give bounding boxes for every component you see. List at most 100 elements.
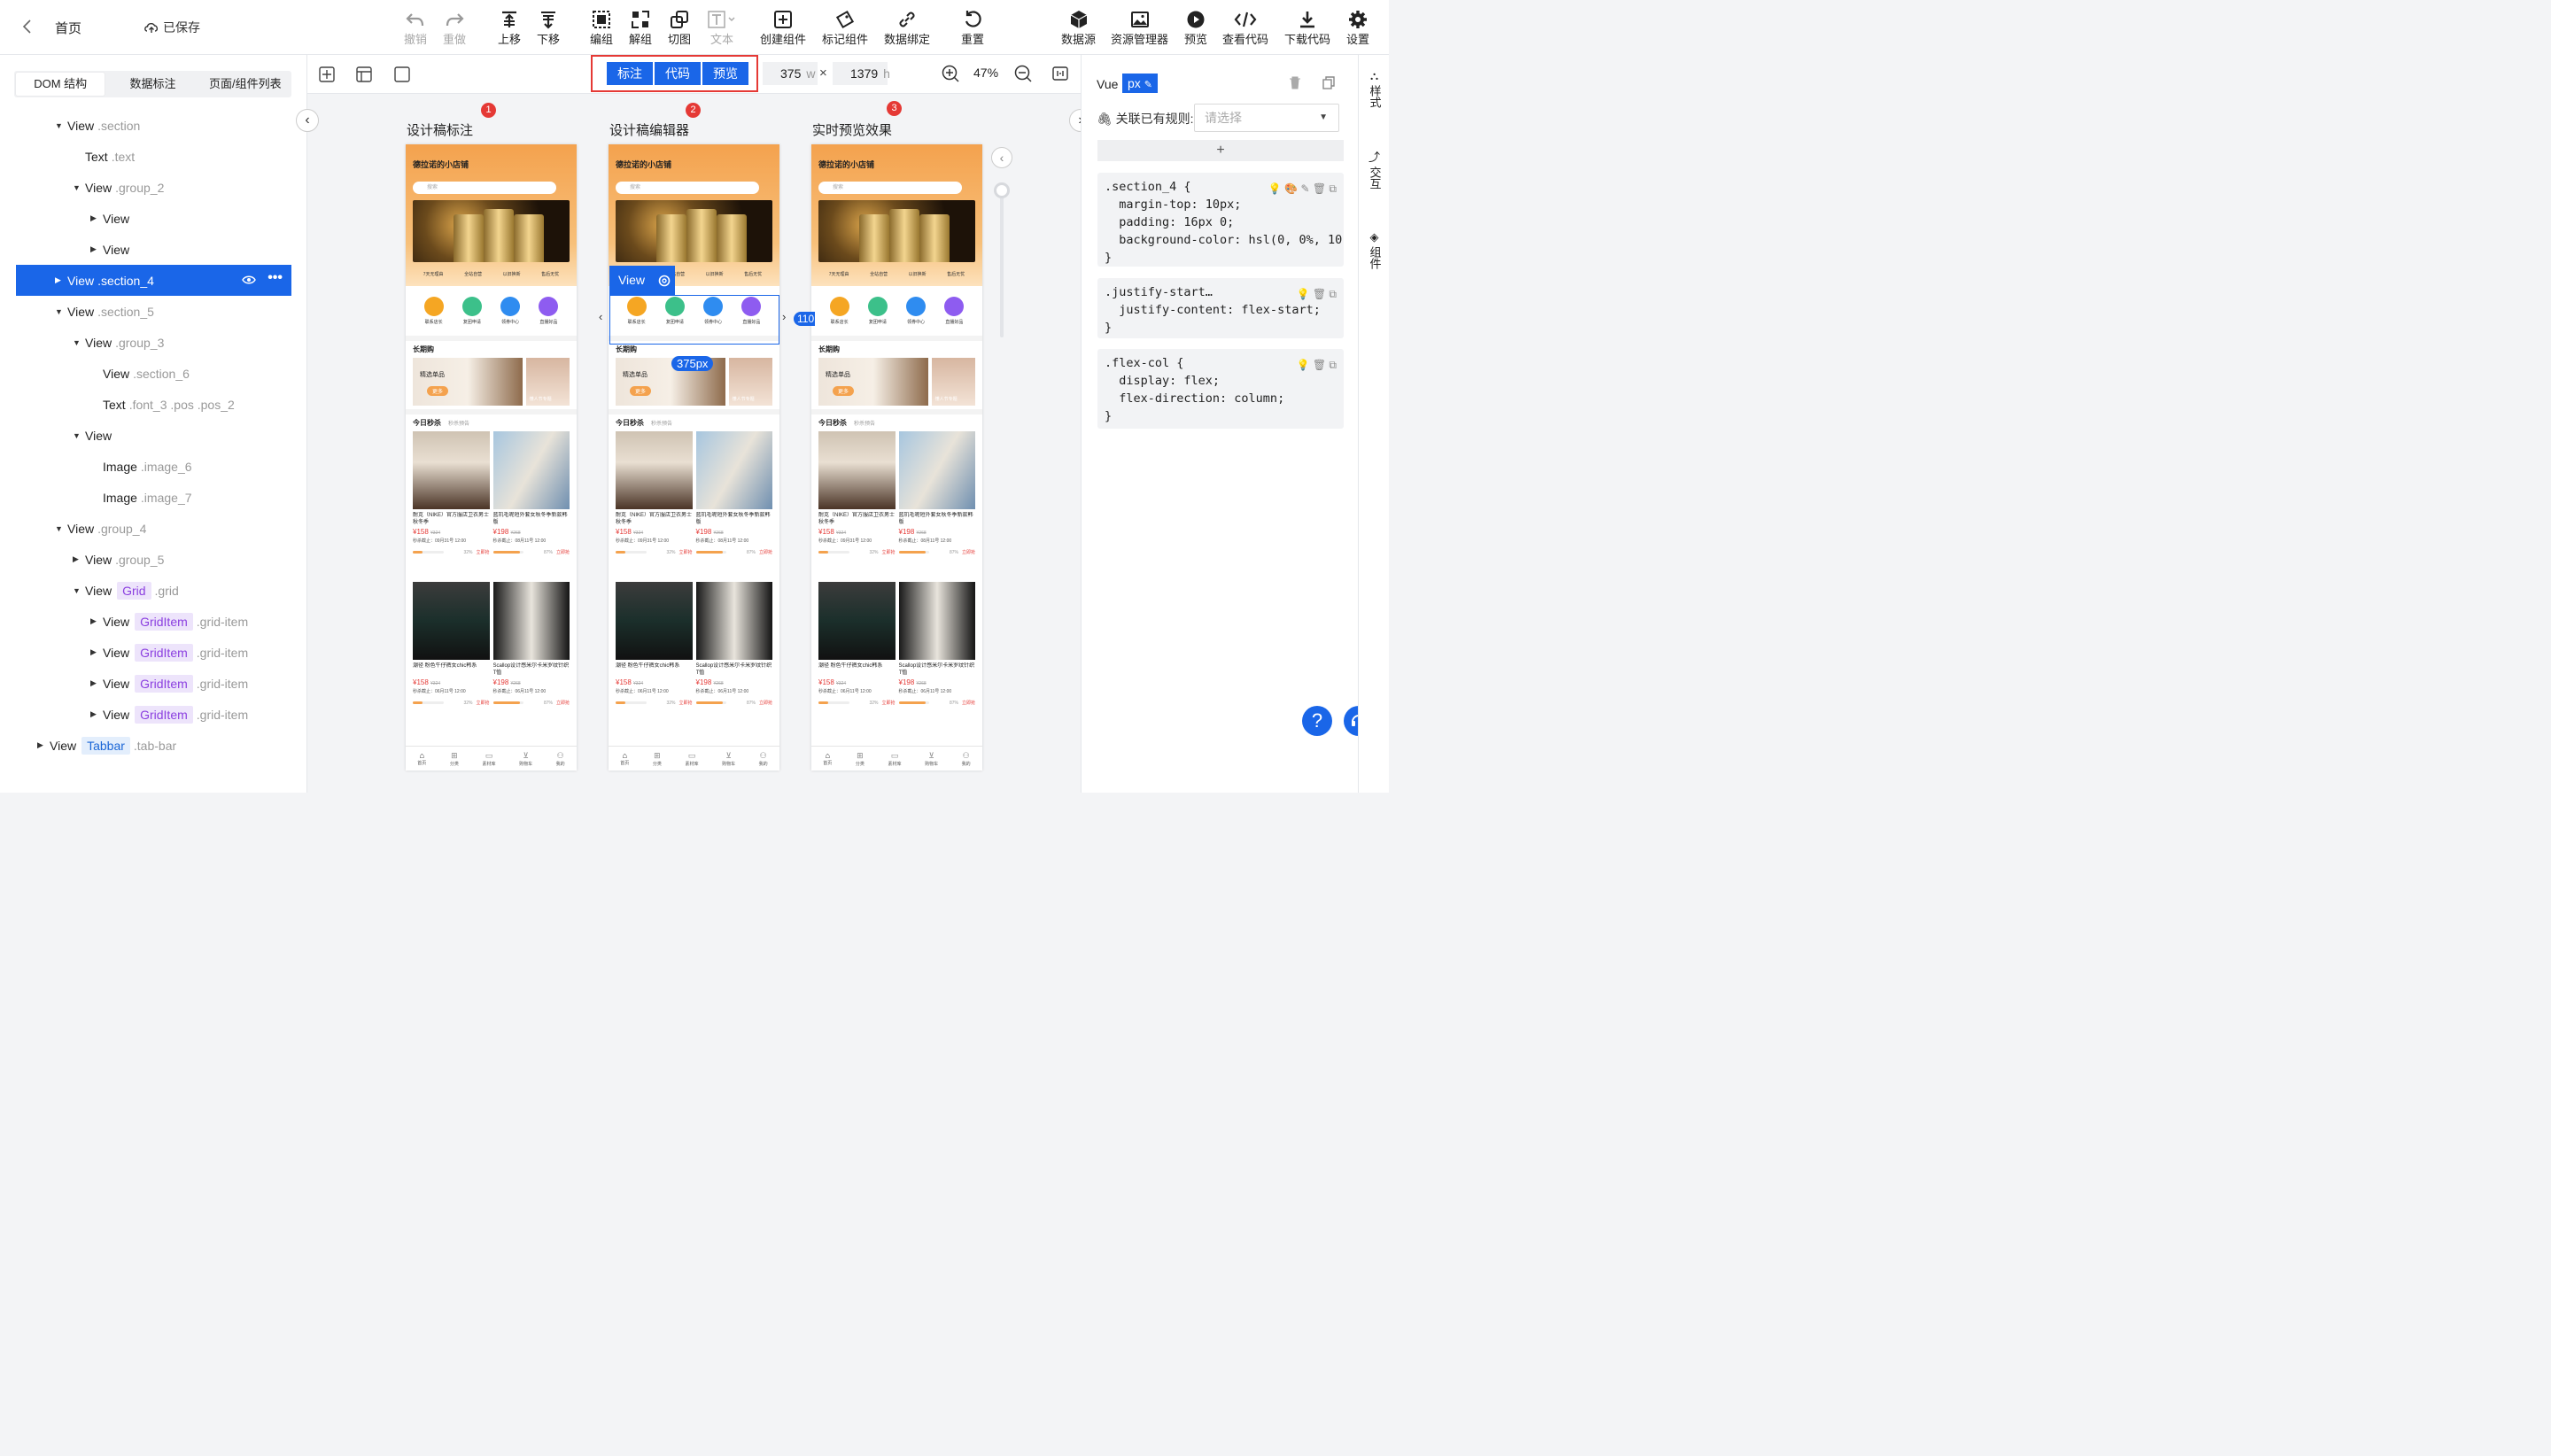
phone-tab[interactable]: ⚇ 我的 [556,751,565,767]
caret-right-icon[interactable]: ▶ [90,213,103,223]
settings-button[interactable]: 设置 [1346,9,1369,47]
phone-tab[interactable]: ▭ 素材库 [685,751,698,767]
tree-node[interactable]: ▶ View Tabbar .tab-bar [16,730,291,761]
caret-down-icon[interactable]: ▼ [73,431,85,440]
css-rule-section-4[interactable]: .section_4 { margin-top: 10px; padding: … [1097,173,1344,267]
more-button[interactable]: 更多 [427,386,449,396]
shortcut-item[interactable]: 复团申请 [867,297,888,325]
product-card[interactable]: Scallop设计感米尔卡米罗纹针织T恤 ¥198 ¥268 秒杀截止：06月11号… [492,582,570,729]
caret-down-icon[interactable]: ▼ [73,338,85,347]
slider-collapse-icon[interactable]: ‹ [991,147,1012,168]
selection-settings-icon[interactable] [654,266,675,295]
caret-down-icon[interactable]: ▼ [55,121,67,130]
tree-node[interactable]: ▶ View .group_5 [16,544,291,575]
move-left-arrow[interactable]: ‹ [599,310,602,323]
width-field[interactable]: 375 w [763,62,818,85]
phone-tab[interactable]: ⚇ 我的 [962,751,971,767]
datasource-button[interactable]: 数据源 [1061,9,1096,47]
phone-tab[interactable]: ⌂ 首页 [823,751,832,766]
featured-card[interactable]: 精选单品 更多 [413,358,523,406]
rail-style[interactable]: ⛬ 样式 [1359,69,1390,108]
buy-now-button[interactable]: 立即抢 [556,549,570,555]
add-frame-icon[interactable] [319,66,335,85]
tree-node[interactable]: ▶ View GridItem .grid-item [16,637,291,668]
tree-node[interactable]: Text .font_3 .pos .pos_2 [16,389,291,420]
featured-card[interactable]: 精选单品 更多 [818,358,928,406]
tree-node[interactable]: ▼ View .section_5 [16,296,291,327]
side-card[interactable]: 懂人节专题 [525,358,570,406]
add-rule-button[interactable]: + [1097,140,1344,161]
asset-manager-button[interactable]: 资源管理器 [1111,9,1168,47]
phone-search-bar[interactable]: 搜索 [413,182,556,194]
vertical-slider-handle[interactable] [994,182,1010,198]
caret-down-icon[interactable]: ▼ [73,183,85,192]
more-button[interactable]: 更多 [833,386,855,396]
shortcut-item[interactable]: 直播好品 [539,297,559,325]
tree-node[interactable]: ▼ View [16,420,291,451]
buy-now-button[interactable]: 立即抢 [759,700,772,706]
tab-dom-structure[interactable]: DOM 结构 [16,73,105,96]
phone-tab[interactable]: ⚇ 我的 [759,751,768,767]
side-card[interactable]: 懂人节专题 [728,358,772,406]
caret-right-icon[interactable]: ▶ [90,709,103,719]
preview-button[interactable]: 预览 [1184,9,1207,47]
product-card[interactable]: 耐克（NIKE）官方服店卫衣男士秋冬季 ¥158 ¥324 秒杀截止：09月31号 … [818,431,896,578]
caret-right-icon[interactable]: ▶ [90,678,103,688]
rail-interaction[interactable]: ⤴ 交互 [1359,151,1390,190]
slice-button[interactable]: 切图 [668,9,691,47]
product-card[interactable]: 耐克（NIKE）官方服店卫衣男士秋冬季 ¥158 ¥324 秒杀截止：09月31号 … [413,431,490,578]
height-field[interactable]: 1379 h [833,62,890,85]
zoom-out-icon[interactable] [1014,65,1032,85]
tree-node[interactable]: ▶ View [16,203,291,234]
shortcut-item[interactable]: 联系店长 [829,297,849,325]
view-code-button[interactable]: 查看代码 [1222,9,1268,47]
reset-button[interactable]: 重置 [961,9,984,47]
frame-icon[interactable] [394,66,410,85]
banner-image[interactable] [413,200,570,262]
tag-component-button[interactable]: 标记组件 [822,9,868,47]
group-button[interactable]: 编组 [590,9,613,47]
phone-annotation[interactable]: 德拉诺的小店铺 搜索 7天无理由 全站自营 以旧换新 售后无忧 联系店长 复团申请 领券中… [406,144,577,771]
product-card[interactable]: 蓝玑毛呢短外套女秋冬季新款韩版 ¥198 ¥268 秒杀截止：08月11号 12:0… [898,431,975,578]
caret-down-icon[interactable]: ▼ [55,524,67,533]
product-card[interactable]: 耐克（NIKE）官方服店卫衣男士秋冬季 ¥158 ¥324 秒杀截止：09月31号 … [616,431,693,578]
buy-now-button[interactable]: 立即抢 [678,549,692,555]
move-down-button[interactable]: 下移 [537,9,560,47]
text-button[interactable]: 文本 [707,9,737,47]
caret-down-icon[interactable]: ▼ [55,307,67,316]
mode-preview-button[interactable]: 预览 [702,62,748,85]
phone-tab[interactable]: ▭ 素材库 [482,751,495,767]
css-rule-flex-col[interactable]: .flex-col { display: flex; flex-directio… [1097,349,1344,429]
caret-right-icon[interactable]: ▶ [90,647,103,657]
tree-node[interactable]: ▶ View GridItem .grid-item [16,699,291,730]
product-card[interactable]: 潮径 粉色牛仔裤女chic韩系 ¥158 ¥324 秒杀截止：06月11号 12:0… [818,582,896,729]
tree-node[interactable]: ▼ View .group_3 [16,327,291,358]
delete-icon[interactable] [1289,76,1301,92]
shortcut-item[interactable]: 直播好品 [944,297,965,325]
tree-node[interactable]: ▼ View Grid .grid [16,575,291,606]
back-arrow-icon[interactable] [18,16,37,37]
buy-now-button[interactable]: 立即抢 [556,700,570,706]
design-canvas[interactable]: ‹ › 1 设计稿标注 2 设计稿编辑器 3 实时预览效果 德拉诺的小店铺 搜索… [296,94,1092,793]
layout-icon[interactable] [356,66,372,85]
side-card[interactable]: 懂人节专题 [931,358,975,406]
selection-box[interactable] [609,295,779,345]
tree-node[interactable]: ▼ View .group_4 [16,513,291,544]
banner-image[interactable] [818,200,975,262]
phone-tab[interactable]: ⊞ 分类 [653,751,662,767]
tab-page-component-list[interactable]: 页面/组件列表 [201,73,290,96]
tree-node[interactable]: View .section_6 [16,358,291,389]
product-card[interactable]: 潮径 粉色牛仔裤女chic韩系 ¥158 ¥324 秒杀截止：06月11号 12:0… [616,582,693,729]
phone-tab[interactable]: ⌂ 首页 [620,751,629,766]
move-up-button[interactable]: 上移 [498,9,521,47]
help-icon[interactable]: ? [1302,706,1332,736]
caret-right-icon[interactable]: ▶ [55,275,67,285]
phone-search-bar[interactable]: 搜索 [616,182,759,194]
caret-down-icon[interactable]: ▼ [73,586,85,595]
tree-node[interactable]: ▶ View GridItem .grid-item [16,668,291,699]
shortcut-item[interactable]: 领券中心 [500,297,521,325]
mode-code-button[interactable]: 代码 [655,62,701,85]
tree-node[interactable]: Text .text [16,141,291,172]
download-code-button[interactable]: 下载代码 [1284,9,1330,47]
buy-now-button[interactable]: 立即抢 [881,700,895,706]
